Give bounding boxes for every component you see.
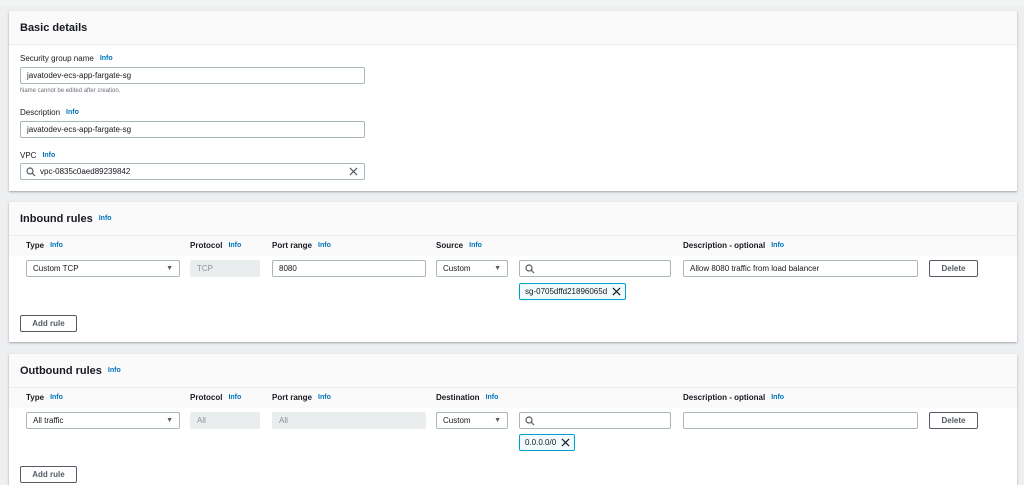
outbound-col-type-label: Type — [26, 393, 45, 402]
inbound-port-value: 8080 — [279, 264, 297, 273]
inbound-port-info-link[interactable]: Info — [318, 242, 331, 249]
caret-down-icon: ▼ — [494, 417, 501, 424]
inbound-type-info-link[interactable]: Info — [50, 242, 63, 249]
inbound-col-desc: Description - optional Info — [683, 241, 784, 250]
vpc-select[interactable]: vpc-0835c0aed89239842 — [20, 163, 365, 180]
outbound-desc-info-link[interactable]: Info — [771, 394, 784, 401]
outbound-token-label: 0.0.0.0/0 — [525, 438, 557, 447]
inbound-protocol-field: TCP — [190, 260, 260, 277]
clear-icon[interactable] — [349, 167, 358, 176]
basic-details-header: Basic details — [9, 11, 1017, 45]
outbound-dest-select[interactable]: Custom ▼ — [436, 412, 508, 429]
inbound-col-protocol: Protocol Info — [190, 241, 241, 250]
inbound-protocol-info-link[interactable]: Info — [228, 242, 241, 249]
outbound-dest-info-link[interactable]: Info — [486, 394, 499, 401]
inbound-col-port: Port range Info — [272, 241, 331, 250]
outbound-type-value: All traffic — [33, 416, 64, 425]
outbound-rules-header: Outbound rules Info — [9, 354, 1017, 388]
sg-name-info-link[interactable]: Info — [100, 55, 113, 62]
outbound-col-dest-label: Destination — [436, 393, 480, 402]
inbound-col-source: Source Info — [436, 241, 482, 250]
inbound-type-select[interactable]: Custom TCP ▼ — [26, 260, 180, 277]
description-input[interactable]: javatodev-ecs-app-fargate-sg — [20, 121, 365, 138]
inbound-source-token: sg-0705dffd21896065d — [519, 283, 627, 300]
inbound-delete-button[interactable]: Delete — [929, 260, 978, 277]
description-value: javatodev-ecs-app-fargate-sg — [27, 125, 132, 134]
inbound-add-rule-button[interactable]: Add rule — [20, 315, 77, 332]
search-icon — [26, 167, 36, 177]
remove-token-icon[interactable] — [561, 438, 570, 447]
sg-name-hint: Name cannot be edited after creation. — [20, 88, 121, 94]
outbound-dest-value: Custom — [443, 416, 471, 425]
outbound-protocol-info-link[interactable]: Info — [228, 394, 241, 401]
outbound-dest-token: 0.0.0.0/0 — [519, 434, 576, 451]
vpc-label-row: VPC Info — [20, 151, 55, 160]
inbound-rules-title: Inbound rules — [20, 212, 93, 225]
outbound-columns-band — [9, 388, 1017, 408]
outbound-col-desc: Description - optional Info — [683, 393, 784, 402]
outbound-add-rule-button[interactable]: Add rule — [20, 466, 77, 483]
basic-details-title: Basic details — [20, 21, 88, 34]
inbound-info-link[interactable]: Info — [99, 215, 112, 222]
inbound-col-type-label: Type — [26, 241, 45, 250]
outbound-protocol-field: All — [190, 412, 260, 429]
inbound-source-info-link[interactable]: Info — [469, 242, 482, 249]
outbound-protocol-value: All — [197, 416, 206, 425]
outbound-rules-panel: Outbound rules Info Type Info Protocol Inf… — [9, 354, 1017, 485]
description-info-link[interactable]: Info — [66, 109, 79, 116]
inbound-columns-band — [9, 236, 1017, 256]
vpc-label: VPC — [20, 151, 37, 160]
outbound-port-field: All — [272, 412, 426, 429]
caret-down-icon: ▼ — [166, 265, 173, 272]
outbound-col-port-label: Port range — [272, 393, 313, 402]
search-icon — [525, 264, 535, 274]
inbound-col-type: Type Info — [26, 241, 63, 250]
inbound-col-port-label: Port range — [272, 241, 313, 250]
sg-name-label-row: Security group name Info — [20, 54, 113, 63]
inbound-description-value: Allow 8080 traffic from load balancer — [690, 264, 820, 273]
vpc-value: vpc-0835c0aed89239842 — [40, 167, 131, 176]
basic-details-panel: Basic details Security group name Info j… — [9, 11, 1017, 191]
outbound-description-input[interactable] — [683, 412, 918, 429]
inbound-source-search[interactable] — [519, 260, 671, 277]
inbound-col-desc-label: Description - optional — [683, 241, 766, 250]
outbound-col-type: Type Info — [26, 393, 63, 402]
inbound-token-label: sg-0705dffd21896065d — [525, 287, 608, 296]
inbound-col-protocol-label: Protocol — [190, 241, 223, 250]
inbound-type-value: Custom TCP — [33, 264, 79, 273]
outbound-port-info-link[interactable]: Info — [318, 394, 331, 401]
inbound-protocol-value: TCP — [197, 264, 213, 273]
outbound-col-protocol: Protocol Info — [190, 393, 241, 402]
sg-name-input[interactable]: javatodev-ecs-app-fargate-sg — [20, 67, 365, 84]
outbound-type-select[interactable]: All traffic ▼ — [26, 412, 180, 429]
inbound-rules-panel: Inbound rules Info Type Info Protocol Info… — [9, 202, 1017, 342]
inbound-description-input[interactable]: Allow 8080 traffic from load balancer — [683, 260, 918, 277]
outbound-col-desc-label: Description - optional — [683, 393, 766, 402]
outbound-col-port: Port range Info — [272, 393, 331, 402]
search-icon — [525, 416, 535, 426]
inbound-rules-header: Inbound rules Info — [9, 202, 1017, 236]
outbound-delete-button[interactable]: Delete — [929, 412, 978, 429]
outbound-col-dest: Destination Info — [436, 393, 498, 402]
sg-name-value: javatodev-ecs-app-fargate-sg — [27, 71, 132, 80]
description-label-row: Description Info — [20, 108, 79, 117]
remove-token-icon[interactable] — [612, 287, 621, 296]
vpc-info-link[interactable]: Info — [42, 152, 55, 159]
inbound-source-select[interactable]: Custom ▼ — [436, 260, 508, 277]
inbound-desc-info-link[interactable]: Info — [771, 242, 784, 249]
caret-down-icon: ▼ — [494, 265, 501, 272]
caret-down-icon: ▼ — [166, 417, 173, 424]
outbound-col-protocol-label: Protocol — [190, 393, 223, 402]
sg-name-label: Security group name — [20, 54, 94, 63]
outbound-rules-title: Outbound rules — [20, 364, 102, 377]
description-label: Description — [20, 108, 61, 117]
outbound-type-info-link[interactable]: Info — [50, 394, 63, 401]
inbound-port-input[interactable]: 8080 — [272, 260, 426, 277]
outbound-port-value: All — [279, 416, 288, 425]
outbound-info-link[interactable]: Info — [108, 367, 121, 374]
inbound-source-value: Custom — [443, 264, 471, 273]
top-edge — [0, 0, 1024, 6]
outbound-dest-search[interactable] — [519, 412, 671, 429]
inbound-col-source-label: Source — [436, 241, 464, 250]
